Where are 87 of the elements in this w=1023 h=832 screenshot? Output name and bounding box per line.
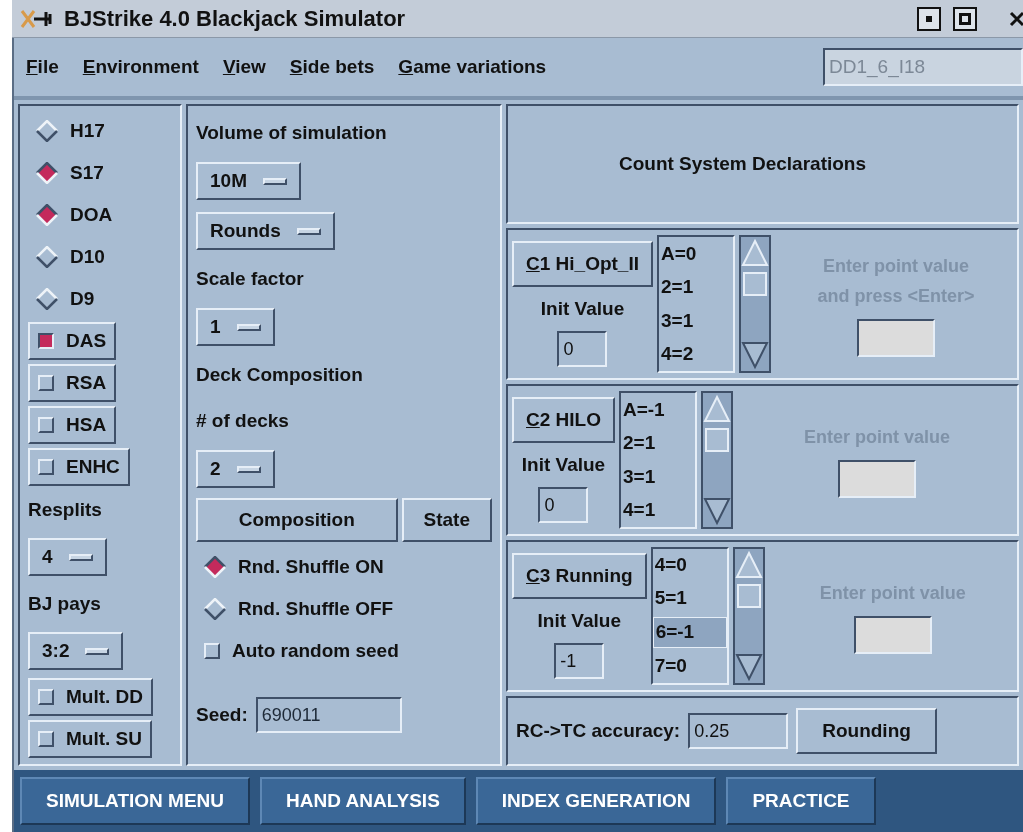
section-label: BJ pays (28, 591, 101, 616)
list-item[interactable]: 6=-1 (652, 617, 727, 648)
list-item[interactable]: 4=0 (652, 551, 727, 580)
checkbox-frame[interactable]: RSA (28, 364, 117, 402)
list-item[interactable]: 4=2 (659, 340, 733, 369)
count-button[interactable]: C3 Running (512, 552, 647, 599)
action-button[interactable]: Composition (196, 498, 398, 542)
list-item[interactable]: 2=1 (659, 273, 733, 302)
init-value-field[interactable]: 0 (538, 487, 589, 524)
checkbox[interactable] (38, 333, 54, 349)
radio-button[interactable] (36, 288, 58, 310)
list-item[interactable]: 3=1 (620, 462, 695, 491)
list-item[interactable]: A=0 (659, 239, 733, 268)
init-value-field[interactable]: 0 (557, 331, 608, 368)
point-value-field[interactable] (838, 460, 916, 498)
checkbox-frame[interactable]: Mult. SU (28, 720, 152, 758)
count-button[interactable]: C1 Hi_Opt_II (512, 240, 653, 287)
list-item[interactable]: 5=1 (652, 584, 727, 613)
list-item[interactable]: 7=0 (652, 652, 727, 681)
dropdown[interactable]: Rounds (196, 212, 335, 250)
section-label: Init Value (540, 296, 625, 321)
radio-label: DOA (70, 202, 113, 227)
option-indicator-icon (236, 465, 261, 473)
radio-button[interactable] (36, 120, 58, 142)
maximize-button[interactable] (953, 6, 977, 31)
section-title: Count System Declarations (618, 151, 867, 176)
radio-label: S17 (70, 160, 104, 185)
section-label: Volume of simulation (196, 120, 387, 145)
init-value-field[interactable]: -1 (554, 643, 605, 680)
radio-label: Rnd. Shuffle ON (238, 554, 384, 579)
option-indicator-icon (68, 553, 93, 561)
count-button[interactable]: C2 HILO (512, 396, 615, 443)
radio-label: D9 (70, 286, 95, 311)
dropdown[interactable]: 3:2 (28, 632, 124, 670)
rounding-button[interactable]: Rounding (796, 708, 937, 754)
action-button[interactable]: State (401, 498, 492, 542)
minimize-button[interactable] (917, 6, 941, 31)
checkbox-frame[interactable]: DAS (28, 322, 117, 360)
menu-item[interactable]: Side bets (289, 52, 375, 82)
accuracy-field[interactable]: 0.25 (688, 713, 789, 749)
menu-item[interactable]: View (222, 52, 266, 82)
menu-item[interactable]: Game variations (398, 52, 547, 82)
field-label: RC->TC accuracy: (516, 718, 681, 743)
list-item[interactable]: 3=1 (659, 306, 733, 335)
checkbox-frame[interactable]: ENHC (28, 448, 130, 486)
list-item[interactable]: 4=1 (620, 496, 695, 525)
radio-button[interactable] (36, 204, 58, 226)
radio-button[interactable] (36, 246, 58, 268)
section-label: Init Value (521, 452, 606, 477)
menu-item[interactable]: File (26, 52, 59, 82)
dropdown[interactable]: 1 (196, 308, 275, 346)
menu-item[interactable]: Environment (82, 52, 199, 82)
nav-tab[interactable]: PRACTICE (726, 777, 876, 825)
list-item[interactable]: 2=1 (620, 429, 695, 458)
radio-button[interactable] (204, 556, 226, 578)
option-indicator-icon (85, 647, 110, 655)
dropdown[interactable]: 2 (196, 450, 275, 488)
checkbox-frame[interactable]: Mult. DD (28, 678, 154, 716)
point-value-field[interactable] (853, 616, 932, 654)
option-indicator-icon (296, 227, 321, 235)
seed-field[interactable]: 690011 (255, 697, 402, 733)
nav-tab[interactable]: SIMULATION MENU (20, 777, 251, 825)
scroll-bar[interactable] (700, 391, 733, 529)
radio-label: Rnd. Shuffle OFF (238, 596, 394, 621)
scroll-bar[interactable] (739, 235, 771, 373)
radio-label: D10 (70, 244, 105, 269)
point-value-field[interactable] (857, 319, 935, 357)
section-label: Resplits (28, 497, 102, 522)
nav-tab[interactable]: HAND ANALYSIS (260, 777, 466, 825)
field-label: Seed: (196, 702, 248, 727)
dropdown[interactable]: 4 (28, 538, 107, 576)
scroll-bar[interactable] (732, 547, 765, 685)
nav-tab[interactable]: INDEX GENERATION (475, 777, 717, 825)
list-item[interactable]: A=-1 (620, 395, 695, 424)
option-indicator-icon (236, 323, 261, 331)
dropdown[interactable]: 10M (196, 162, 301, 200)
window-title: BJStrike 4.0 Blackjack Simulator (64, 5, 406, 33)
radio-button[interactable] (36, 162, 58, 184)
checkbox-frame[interactable]: HSA (28, 406, 117, 444)
option-indicator-icon (262, 177, 287, 185)
section-label: Init Value (537, 608, 621, 633)
radio-label: H17 (70, 118, 105, 143)
checkbox-label: Auto random seed (232, 638, 399, 663)
radio-button[interactable] (204, 598, 226, 620)
section-label: Scale factor (196, 266, 304, 291)
section-label: Deck Composition (196, 362, 363, 387)
section-label: # of decks (196, 408, 289, 433)
